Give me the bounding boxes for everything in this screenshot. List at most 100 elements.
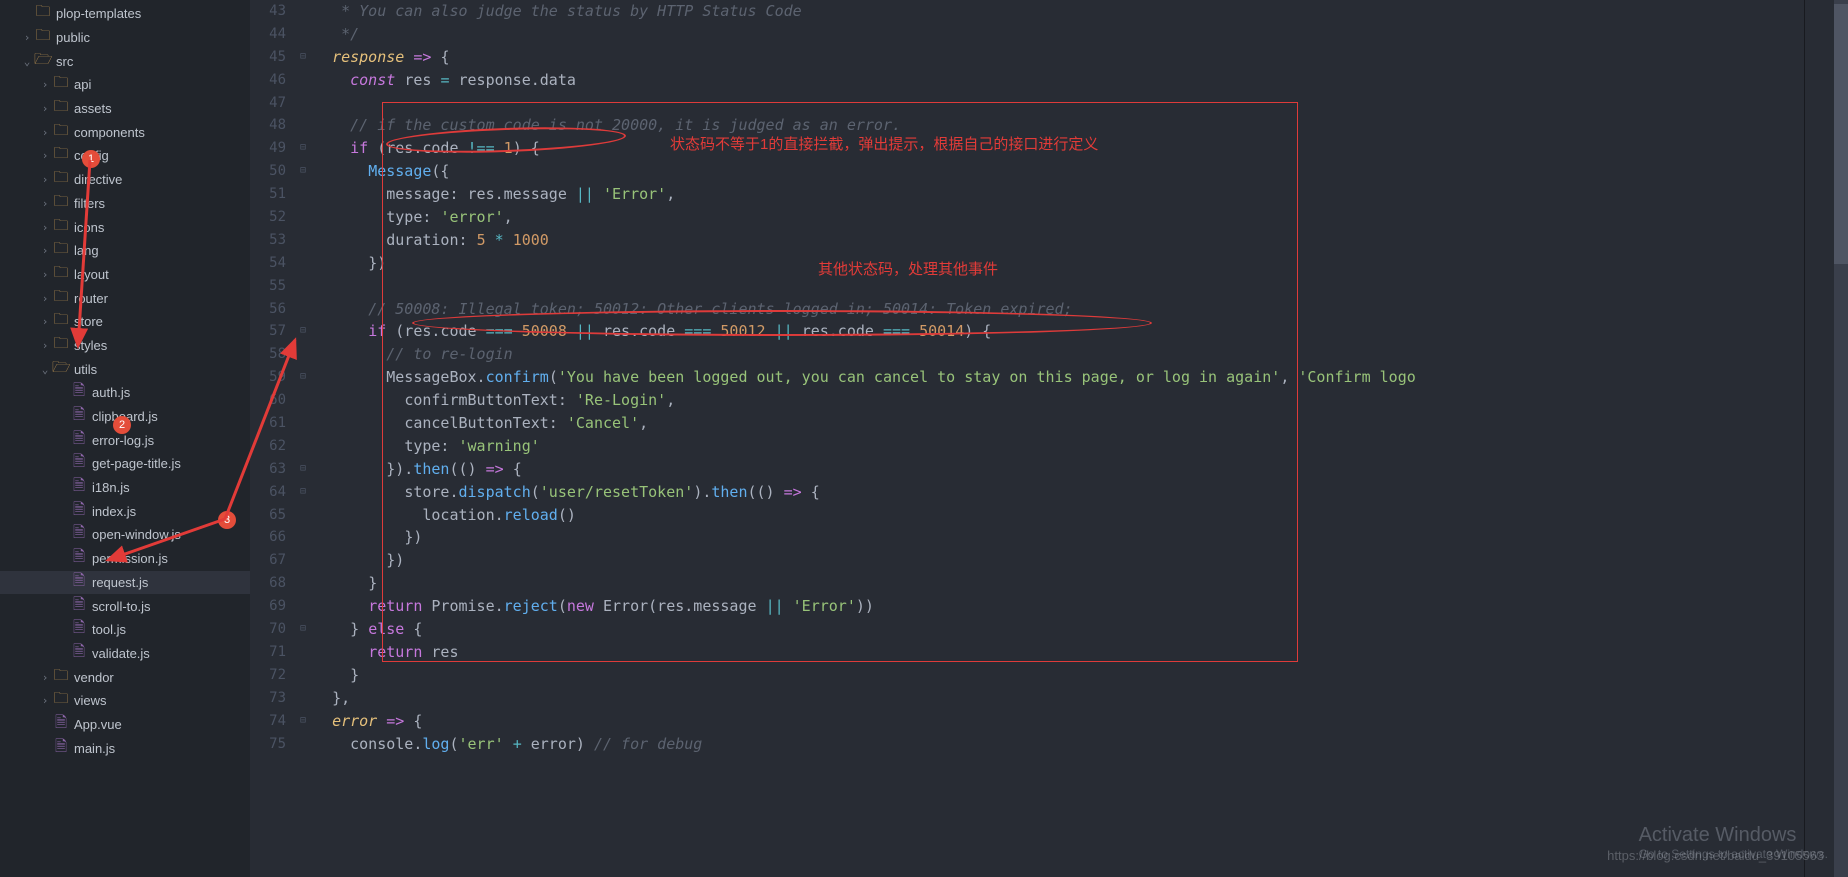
- tree-item-scroll-to-js[interactable]: 🗎scroll-to.js: [0, 594, 250, 618]
- fold-toggle[interactable]: ⊟: [300, 160, 314, 183]
- tree-item-main-js[interactable]: 🗎main.js: [0, 736, 250, 760]
- chevron-icon[interactable]: ›: [38, 221, 52, 234]
- chevron-icon[interactable]: ›: [38, 173, 52, 186]
- tree-item-tool-js[interactable]: 🗎tool.js: [0, 618, 250, 642]
- code-line[interactable]: }): [314, 252, 1804, 275]
- code-line[interactable]: if (res.code !== 1) {: [314, 137, 1804, 160]
- tree-item-open-window-js[interactable]: 🗎open-window.js: [0, 523, 250, 547]
- tree-item-store[interactable]: ›🗀store: [0, 310, 250, 334]
- fold-toggle[interactable]: ⊟: [300, 710, 314, 733]
- chevron-icon[interactable]: ›: [38, 339, 52, 352]
- fold-toggle[interactable]: ⊟: [300, 618, 314, 641]
- code-line[interactable]: duration: 5 * 1000: [314, 229, 1804, 252]
- tree-item-get-page-title-js[interactable]: 🗎get-page-title.js: [0, 452, 250, 476]
- fold-gutter[interactable]: ⊟⊟⊟⊟⊟⊟⊟⊟⊟: [300, 0, 314, 877]
- code-line[interactable]: return Promise.reject(new Error(res.mess…: [314, 595, 1804, 618]
- folder-icon: 🗀: [52, 96, 70, 121]
- code-line[interactable]: } else {: [314, 618, 1804, 641]
- chevron-icon[interactable]: ›: [20, 31, 34, 44]
- code-line[interactable]: type: 'error',: [314, 206, 1804, 229]
- code-line[interactable]: }: [314, 572, 1804, 595]
- code-line[interactable]: // 50008: Illegal token; 50012: Other cl…: [314, 298, 1804, 321]
- tree-item-config[interactable]: ›🗀config: [0, 144, 250, 168]
- fold-toggle[interactable]: ⊟: [300, 481, 314, 504]
- tree-item-auth-js[interactable]: 🗎auth.js: [0, 381, 250, 405]
- chevron-icon[interactable]: ›: [38, 315, 52, 328]
- tree-item-validate-js[interactable]: 🗎validate.js: [0, 642, 250, 666]
- code-line[interactable]: // to re-login: [314, 343, 1804, 366]
- tree-item-filters[interactable]: ›🗀filters: [0, 192, 250, 216]
- code-line[interactable]: * You can also judge the status by HTTP …: [314, 0, 1804, 23]
- tree-item-public[interactable]: ›🗀public: [0, 26, 250, 50]
- chevron-icon[interactable]: ›: [38, 102, 52, 115]
- tree-item-views[interactable]: ›🗀views: [0, 689, 250, 713]
- tree-item-layout[interactable]: ›🗀layout: [0, 263, 250, 287]
- fold-toggle[interactable]: ⊟: [300, 137, 314, 160]
- chevron-icon[interactable]: ›: [38, 292, 52, 305]
- tree-label: filters: [74, 196, 105, 211]
- file-tree[interactable]: 🗀plop-templates›🗀public⌄🗁src›🗀api›🗀asset…: [0, 0, 250, 877]
- chevron-icon[interactable]: ›: [38, 694, 52, 707]
- tree-item-directive[interactable]: ›🗀directive: [0, 168, 250, 192]
- chevron-icon[interactable]: ›: [38, 78, 52, 91]
- code-line[interactable]: type: 'warning': [314, 435, 1804, 458]
- tree-item-api[interactable]: ›🗀api: [0, 73, 250, 97]
- tree-item-icons[interactable]: ›🗀icons: [0, 215, 250, 239]
- chevron-icon[interactable]: ⌄: [38, 363, 52, 376]
- code-line[interactable]: message: res.message || 'Error',: [314, 183, 1804, 206]
- code-line[interactable]: response => {: [314, 46, 1804, 69]
- code-line[interactable]: console.log('err' + error) // for debug: [314, 733, 1804, 756]
- code-line[interactable]: // if the custom code is not 20000, it i…: [314, 114, 1804, 137]
- code-line[interactable]: },: [314, 687, 1804, 710]
- code-line[interactable]: confirmButtonText: 'Re-Login',: [314, 389, 1804, 412]
- chevron-icon[interactable]: ›: [38, 149, 52, 162]
- code-line[interactable]: Message({: [314, 160, 1804, 183]
- tree-item-components[interactable]: ›🗀components: [0, 120, 250, 144]
- chevron-icon[interactable]: ›: [38, 197, 52, 210]
- minimap[interactable]: [1804, 0, 1834, 877]
- code-area[interactable]: * You can also judge the status by HTTP …: [314, 0, 1804, 755]
- tree-item-router[interactable]: ›🗀router: [0, 286, 250, 310]
- annotation-badge-3: 3: [218, 511, 236, 529]
- tree-item-vendor[interactable]: ›🗀vendor: [0, 665, 250, 689]
- tree-item-App-vue[interactable]: 🗎App.vue: [0, 713, 250, 737]
- fold-toggle[interactable]: ⊟: [300, 458, 314, 481]
- tree-item-styles[interactable]: ›🗀styles: [0, 334, 250, 358]
- code-editor[interactable]: 4344454647484950515253545556575859606162…: [250, 0, 1848, 877]
- tree-item-permission-js[interactable]: 🗎permission.js: [0, 547, 250, 571]
- code-line[interactable]: [314, 92, 1804, 115]
- fold-toggle[interactable]: ⊟: [300, 366, 314, 389]
- code-line[interactable]: store.dispatch('user/resetToken').then((…: [314, 481, 1804, 504]
- chevron-icon[interactable]: ›: [38, 268, 52, 281]
- code-line[interactable]: }: [314, 664, 1804, 687]
- tree-item-utils[interactable]: ⌄🗁utils: [0, 357, 250, 381]
- tree-item-lang[interactable]: ›🗀lang: [0, 239, 250, 263]
- tree-item-i18n-js[interactable]: 🗎i18n.js: [0, 476, 250, 500]
- code-line[interactable]: const res = response.data: [314, 69, 1804, 92]
- code-line[interactable]: [314, 275, 1804, 298]
- vertical-scrollbar[interactable]: [1834, 0, 1848, 877]
- chevron-icon[interactable]: ›: [38, 671, 52, 684]
- tree-item-assets[interactable]: ›🗀assets: [0, 97, 250, 121]
- chevron-icon[interactable]: ⌄: [20, 55, 34, 68]
- code-line[interactable]: cancelButtonText: 'Cancel',: [314, 412, 1804, 435]
- tree-item-index-js[interactable]: 🗎index.js: [0, 499, 250, 523]
- chevron-icon[interactable]: ›: [38, 126, 52, 139]
- code-line[interactable]: */: [314, 23, 1804, 46]
- code-line[interactable]: }): [314, 549, 1804, 572]
- tree-item-plop-templates[interactable]: 🗀plop-templates: [0, 2, 250, 26]
- tree-label: validate.js: [92, 646, 150, 661]
- code-line[interactable]: location.reload(): [314, 504, 1804, 527]
- chevron-icon[interactable]: ›: [38, 244, 52, 257]
- code-line[interactable]: MessageBox.confirm('You have been logged…: [314, 366, 1804, 389]
- code-line[interactable]: return res: [314, 641, 1804, 664]
- code-line[interactable]: }): [314, 526, 1804, 549]
- code-line[interactable]: error => {: [314, 710, 1804, 733]
- code-line[interactable]: if (res.code === 50008 || res.code === 5…: [314, 320, 1804, 343]
- scrollbar-thumb[interactable]: [1834, 4, 1848, 264]
- fold-toggle[interactable]: ⊟: [300, 46, 314, 69]
- tree-item-request-js[interactable]: 🗎request.js: [0, 571, 250, 595]
- fold-toggle[interactable]: ⊟: [300, 320, 314, 343]
- code-line[interactable]: }).then(() => {: [314, 458, 1804, 481]
- tree-item-src[interactable]: ⌄🗁src: [0, 49, 250, 73]
